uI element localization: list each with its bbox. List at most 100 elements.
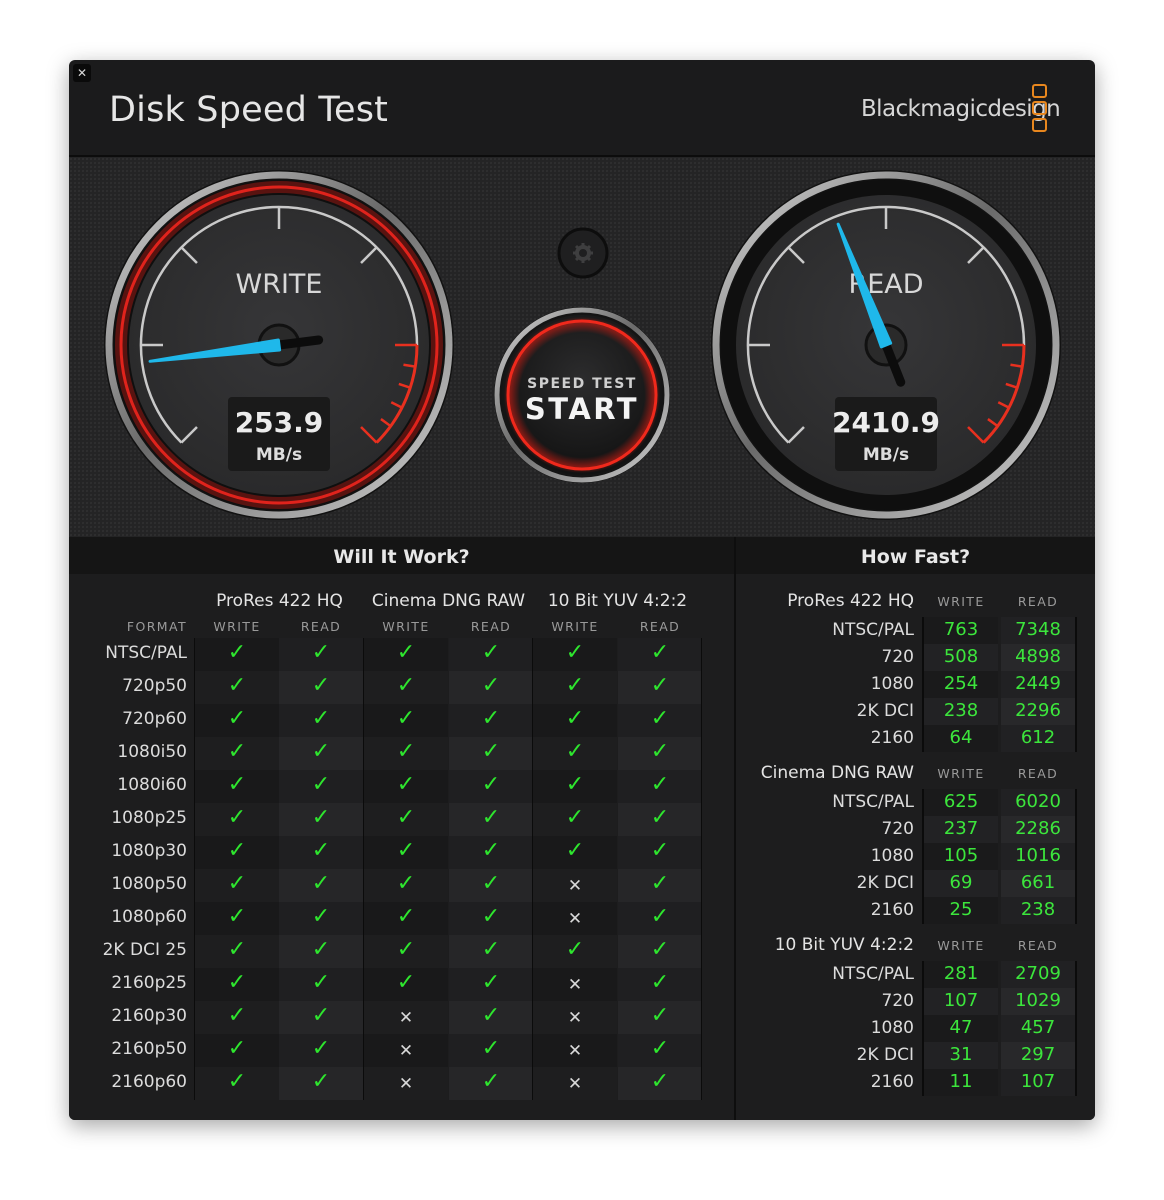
resolution-label: NTSC/PAL	[832, 620, 914, 640]
check-icon: ✓	[650, 904, 670, 929]
check-icon: ✓	[311, 673, 331, 698]
column-divider	[1075, 617, 1077, 752]
blackmagic-logo-icon	[1032, 84, 1049, 135]
read-fps-value: 1016	[1015, 845, 1061, 866]
write-fps-value: 11	[949, 1071, 973, 1092]
check-icon: ✓	[650, 1003, 670, 1028]
check-icon: ✓	[565, 739, 585, 764]
cross-icon: ✕	[567, 1008, 583, 1028]
resolution-label: 2K DCI	[856, 873, 914, 893]
write-fps-value: 625	[943, 791, 979, 812]
check-icon: ✓	[227, 1036, 247, 1061]
start-button[interactable]: SPEED TEST START	[494, 307, 670, 483]
column-divider	[532, 638, 533, 1100]
format-row-label: 1080p60	[111, 907, 187, 927]
check-icon: ✓	[481, 1003, 501, 1028]
column-divider	[922, 961, 924, 1096]
check-icon: ✓	[481, 970, 501, 995]
write-fps-value: 238	[943, 700, 979, 721]
check-icon: ✓	[396, 904, 416, 929]
resolution-label: 720	[881, 991, 914, 1011]
write-fps-value: 64	[949, 727, 973, 748]
read-fps-value: 2709	[1015, 963, 1061, 984]
check-icon: ✓	[396, 739, 416, 764]
check-icon: ✓	[227, 838, 247, 863]
gauge-value: 2410.9	[832, 406, 940, 439]
gauge-unit: MB/s	[256, 445, 302, 465]
gauges-svg: WRITE253.9MB/s READ2410.9MB/s SPEED TEST…	[104, 170, 1061, 520]
close-button[interactable]: ✕	[73, 64, 91, 82]
resolution-label: 720	[881, 647, 914, 667]
resolution-label: 2160	[870, 1072, 914, 1092]
read-fps-value: 457	[1020, 1017, 1056, 1038]
read-fps-value: 107	[1020, 1071, 1056, 1092]
format-row-label: 1080p30	[111, 841, 187, 861]
sub-column-header: READ	[639, 619, 681, 634]
read-fps-value: 2449	[1015, 673, 1061, 694]
gauge-value: 253.9	[235, 406, 324, 439]
check-icon: ✓	[227, 871, 247, 896]
check-icon: ✓	[481, 805, 501, 830]
check-icon: ✓	[650, 772, 670, 797]
check-icon: ✓	[650, 838, 670, 863]
sub-column-header: WRITE	[551, 619, 599, 634]
cross-icon: ✕	[567, 1041, 583, 1061]
check-icon: ✓	[311, 1003, 331, 1028]
check-icon: ✓	[396, 970, 416, 995]
format-row-label: NTSC/PAL	[105, 643, 187, 663]
read-fps-value: 4898	[1015, 646, 1061, 667]
check-icon: ✓	[311, 1036, 331, 1061]
read-gauge: READ2410.9MB/s	[711, 170, 1061, 520]
resolution-label: 720	[881, 819, 914, 839]
write-fps-value: 69	[949, 872, 973, 893]
resolution-label: 1080	[870, 674, 914, 694]
column-divider	[922, 617, 924, 752]
check-icon: ✓	[311, 1069, 331, 1094]
check-icon: ✓	[396, 673, 416, 698]
check-icon: ✓	[311, 937, 331, 962]
check-icon: ✓	[396, 937, 416, 962]
format-group-header: 10 Bit YUV 4:2:2	[547, 591, 688, 611]
column-divider	[194, 638, 195, 1100]
start-button-subtitle: SPEED TEST	[527, 376, 637, 392]
how-fast-group-name: 10 Bit YUV 4:2:2	[774, 935, 914, 955]
cross-icon: ✕	[567, 876, 583, 896]
settings-button[interactable]	[557, 227, 609, 279]
check-icon: ✓	[227, 937, 247, 962]
resolution-label: 2160	[870, 728, 914, 748]
write-fps-value: 254	[943, 673, 979, 694]
read-fps-value: 238	[1020, 899, 1056, 920]
read-fps-value: 661	[1020, 872, 1056, 893]
check-icon: ✓	[650, 1069, 670, 1094]
check-icon: ✓	[396, 805, 416, 830]
check-icon: ✓	[650, 706, 670, 731]
sub-column-header: WRITE	[213, 619, 261, 634]
check-icon: ✓	[650, 739, 670, 764]
check-icon: ✓	[650, 970, 670, 995]
check-icon: ✓	[396, 838, 416, 863]
check-icon: ✓	[481, 706, 501, 731]
disk-speed-test-window: ✕ Disk Speed Test Blackmagicdesign WRITE…	[69, 60, 1095, 1120]
column-divider	[363, 638, 364, 1100]
check-icon: ✓	[311, 904, 331, 929]
gauge-needle-tail	[274, 335, 324, 350]
will-it-work-title: Will It Work?	[69, 537, 734, 574]
check-icon: ✓	[311, 871, 331, 896]
check-icon: ✓	[481, 1069, 501, 1094]
read-column-header: READ	[1017, 594, 1059, 609]
read-fps-value: 612	[1020, 727, 1056, 748]
gauge-area: WRITE 253.9 MB/s READ 2410.9 MB/s SPEED …	[69, 157, 1095, 537]
resolution-label: NTSC/PAL	[832, 964, 914, 984]
check-icon: ✓	[311, 772, 331, 797]
read-column-header: READ	[1017, 938, 1059, 953]
read-fps-value: 2286	[1015, 818, 1061, 839]
format-row-label: 1080i50	[117, 742, 187, 762]
read-column-header: READ	[1017, 766, 1059, 781]
check-icon: ✓	[650, 937, 670, 962]
cross-icon: ✕	[567, 1074, 583, 1094]
check-icon: ✓	[565, 805, 585, 830]
read-fps-value: 2296	[1015, 700, 1061, 721]
write-fps-value: 105	[943, 845, 979, 866]
how-fast-group-name: ProRes 422 HQ	[787, 591, 914, 611]
check-icon: ✓	[311, 970, 331, 995]
